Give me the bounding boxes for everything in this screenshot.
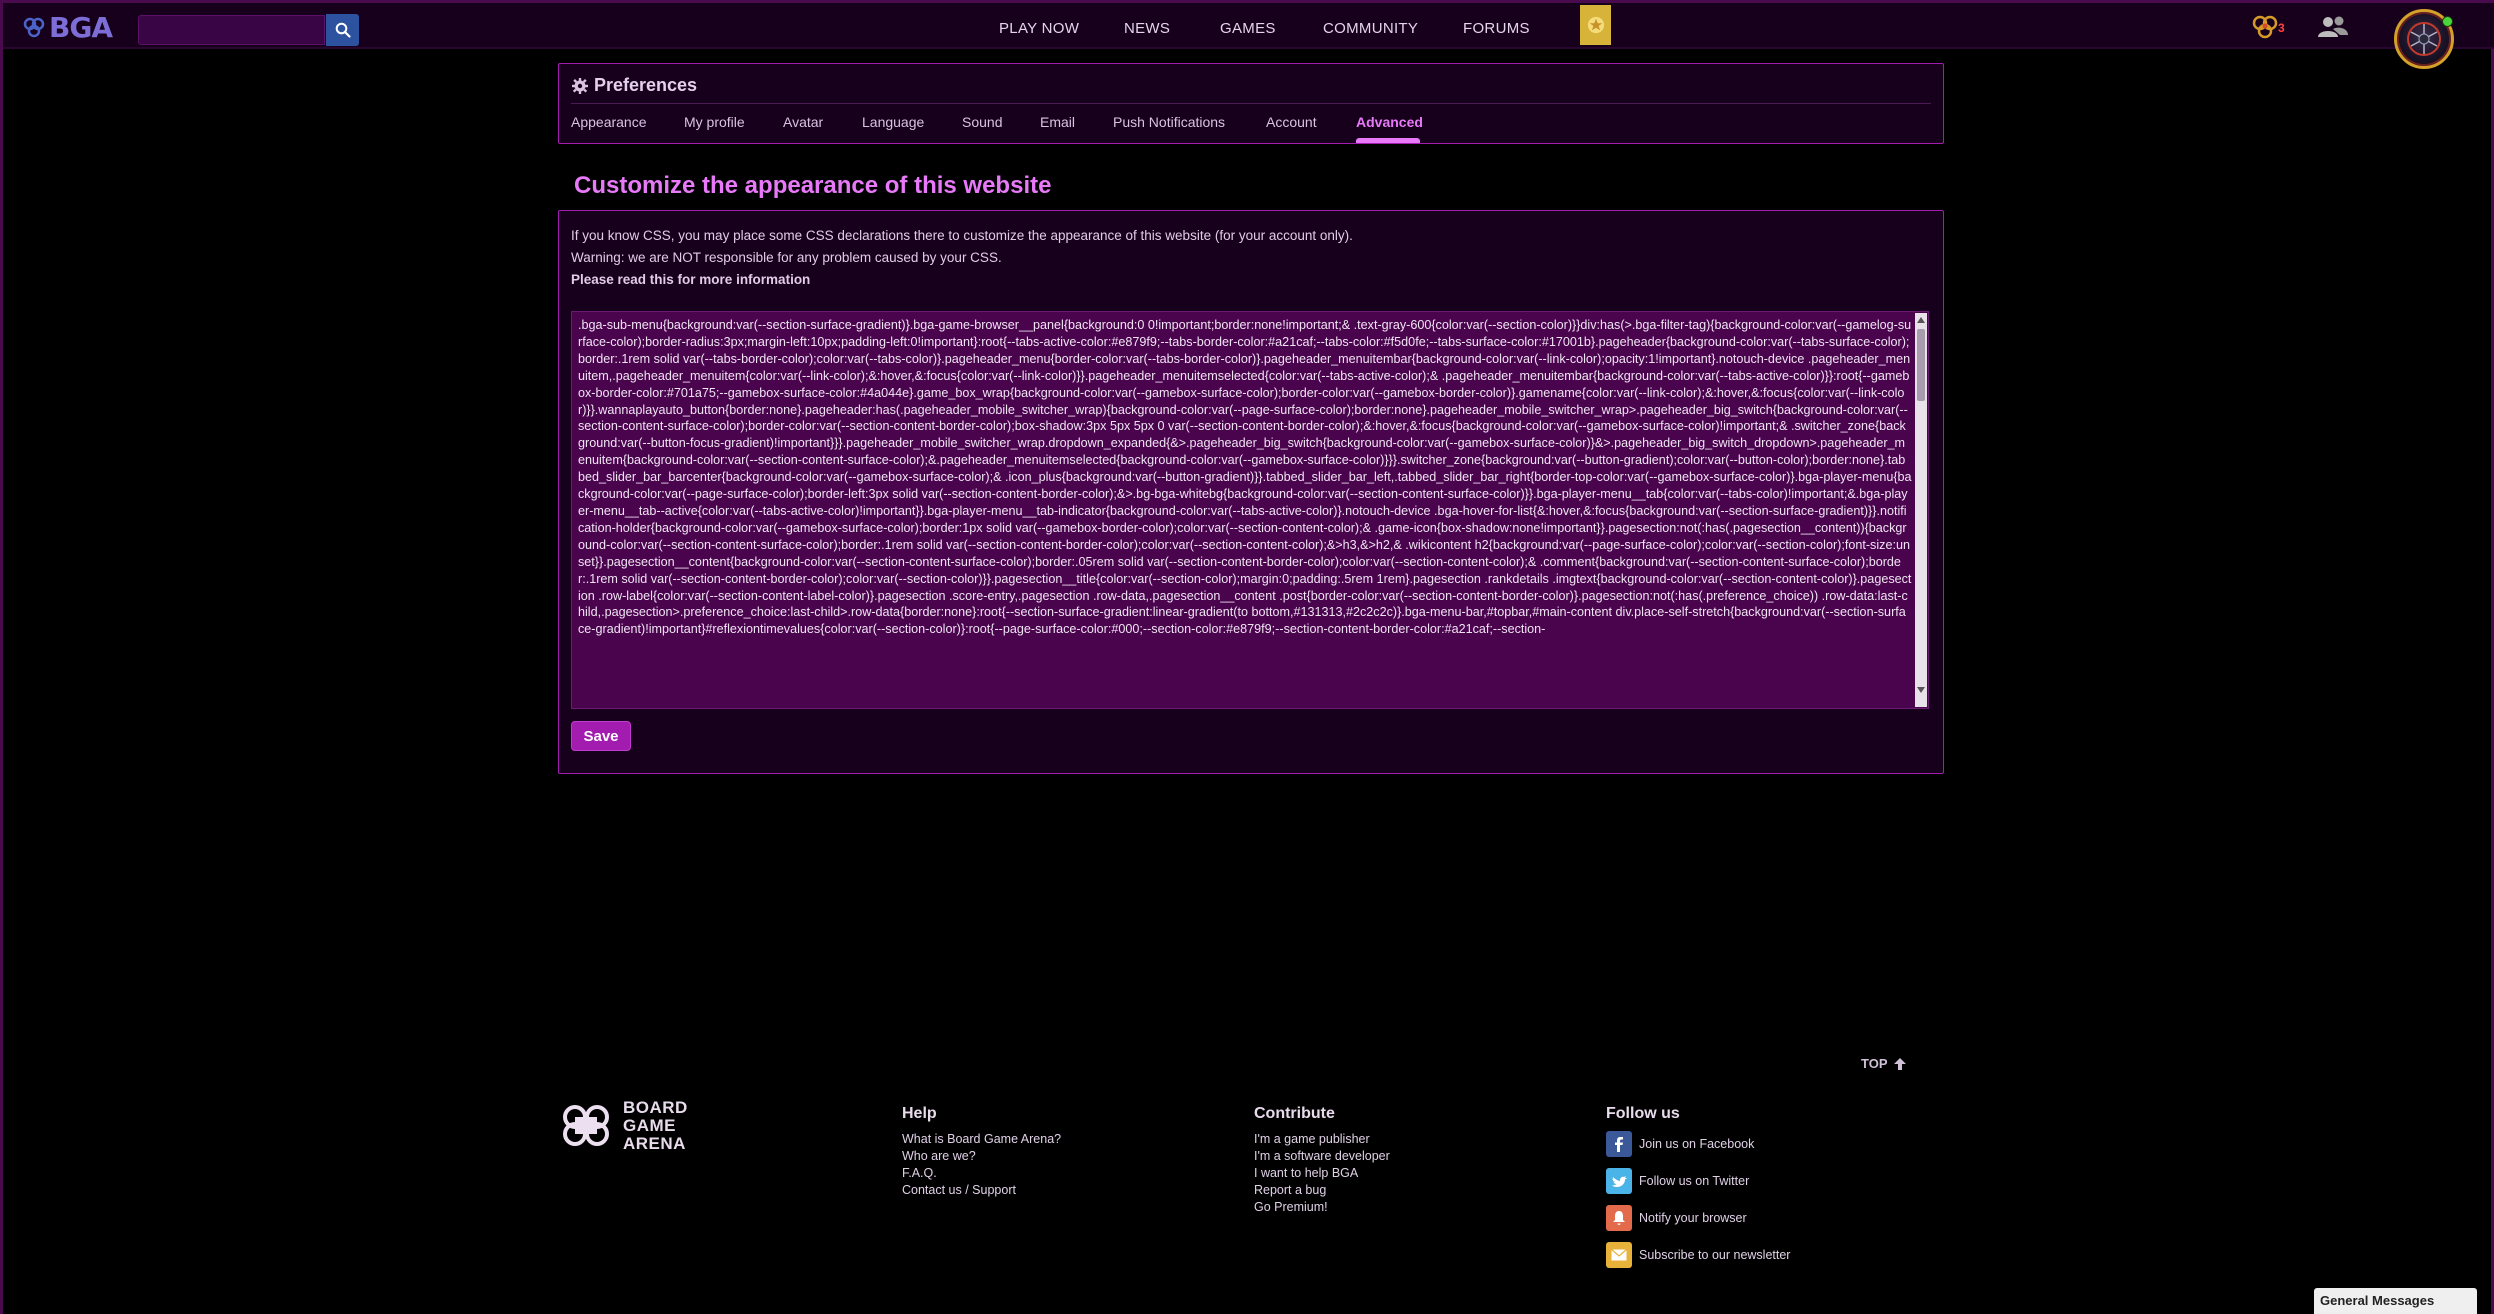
bga-logo[interactable]: BGA [23, 10, 113, 44]
notifications-icon [2252, 15, 2278, 39]
search-input[interactable] [138, 15, 325, 45]
scroll-down-icon[interactable] [1917, 687, 1925, 693]
more-info-link[interactable]: Please read this for more information [571, 272, 810, 287]
nav-community[interactable]: COMMUNITY [1323, 20, 1418, 37]
follow-label: Follow us on Twitter [1639, 1173, 1750, 1188]
footer-help-column: Help What is Board Game Arena? Who are w… [902, 1105, 1061, 1199]
nav-news[interactable]: NEWS [1124, 20, 1170, 37]
css-warning-text: Warning: we are NOT responsible for any … [571, 250, 1002, 265]
page-title: Customize the appearance of this website [574, 172, 1052, 199]
logo-text: BGA [49, 10, 113, 44]
logo-line: GAME [623, 1116, 676, 1135]
search-icon [335, 22, 351, 38]
notification-count: 3 [2278, 21, 2285, 35]
footer-contribute-column: Contribute I'm a game publisher I'm a so… [1254, 1105, 1390, 1216]
scrollbar-thumb[interactable] [1917, 329, 1925, 401]
user-avatar[interactable] [2394, 9, 2454, 69]
facebook-link[interactable]: Join us on Facebook [1606, 1125, 1790, 1162]
general-messages-tab[interactable]: General Messages [2314, 1288, 2477, 1314]
help-heading: Help [902, 1105, 937, 1122]
twitter-icon [1606, 1167, 1632, 1194]
notifications-button[interactable]: 3 [2252, 15, 2285, 39]
envelope-icon [1606, 1241, 1632, 1268]
tab-account[interactable]: Account [1266, 114, 1317, 130]
follow-heading: Follow us [1606, 1105, 1680, 1122]
bell-icon [1606, 1204, 1632, 1231]
tab-email[interactable]: Email [1040, 114, 1075, 130]
back-to-top-link[interactable]: TOP [1861, 1056, 1906, 1071]
friends-icon[interactable] [2316, 15, 2350, 39]
top-bar: BGA PLAY NOW NEWS GAMES COMMUNITY FORUMS… [3, 0, 2494, 69]
follow-label: Join us on Facebook [1639, 1136, 1755, 1151]
preferences-header: Preferences Appearance My profile Avatar… [558, 63, 1944, 144]
footer-link[interactable]: Report a bug [1254, 1182, 1390, 1199]
scroll-up-icon[interactable] [1917, 317, 1925, 323]
preferences-title-text: Preferences [594, 75, 698, 95]
resize-handle-icon[interactable] [1915, 697, 1927, 707]
gear-icon [572, 77, 588, 94]
footer-link[interactable]: Contact us / Support [902, 1182, 1061, 1199]
star-icon [1587, 16, 1604, 34]
active-tab-indicator [1356, 138, 1420, 143]
css-info-text: If you know CSS, you may place some CSS … [571, 228, 1353, 243]
board-game-arena-logo-icon [563, 1105, 609, 1146]
textarea-scrollbar[interactable] [1915, 313, 1927, 707]
customize-css-section: If you know CSS, you may place some CSS … [558, 210, 1944, 774]
online-status-dot [2442, 16, 2453, 27]
twitter-link[interactable]: Follow us on Twitter [1606, 1162, 1790, 1199]
follow-label: Notify your browser [1639, 1210, 1747, 1225]
top-label: TOP [1861, 1056, 1888, 1071]
newsletter-link[interactable]: Subscribe to our newsletter [1606, 1236, 1790, 1273]
arrow-up-icon [1893, 1057, 1906, 1070]
footer-logo[interactable]: BOARD GAME ARENA [561, 1099, 688, 1153]
tab-appearance[interactable]: Appearance [571, 114, 647, 130]
logo-line: ARENA [623, 1134, 686, 1153]
tab-language[interactable]: Language [862, 114, 924, 130]
tab-my-profile[interactable]: My profile [684, 114, 745, 130]
footer-link[interactable]: F.A.Q. [902, 1165, 1061, 1182]
footer-link[interactable]: I'm a software developer [1254, 1148, 1390, 1165]
contribute-heading: Contribute [1254, 1105, 1335, 1122]
nav-games[interactable]: GAMES [1220, 20, 1276, 37]
footer-link[interactable]: What is Board Game Arena? [902, 1131, 1061, 1148]
tab-advanced[interactable]: Advanced [1356, 114, 1423, 130]
tab-push-notifications[interactable]: Push Notifications [1113, 114, 1225, 130]
footer-link[interactable]: Who are we? [902, 1148, 1061, 1165]
footer-link[interactable]: I'm a game publisher [1254, 1131, 1390, 1148]
facebook-icon [1606, 1130, 1632, 1157]
bga-logo-icon [23, 17, 45, 38]
browser-notify-link[interactable]: Notify your browser [1606, 1199, 1790, 1236]
preferences-title: Preferences [572, 75, 697, 96]
footer-follow-column: Follow us Join us on Facebook Follow us … [1606, 1105, 1790, 1273]
divider [571, 103, 1931, 104]
footer-logo-text: BOARD GAME ARENA [623, 1099, 688, 1153]
tab-avatar[interactable]: Avatar [783, 114, 823, 130]
save-button[interactable]: Save [571, 721, 631, 751]
custom-css-value: .bga-sub-menu{background:var(--section-s… [578, 318, 1912, 637]
follow-label: Subscribe to our newsletter [1639, 1247, 1791, 1262]
nav-forums[interactable]: FORUMS [1463, 20, 1530, 37]
favorites-button[interactable] [1580, 5, 1611, 45]
tab-sound[interactable]: Sound [962, 114, 1002, 130]
footer-link[interactable]: I want to help BGA [1254, 1165, 1390, 1182]
nav-play-now[interactable]: PLAY NOW [999, 20, 1079, 37]
logo-line: BOARD [623, 1098, 688, 1117]
footer-link[interactable]: Go Premium! [1254, 1199, 1390, 1216]
search-button[interactable] [326, 14, 359, 46]
custom-css-textarea[interactable]: .bga-sub-menu{background:var(--section-s… [571, 311, 1929, 709]
